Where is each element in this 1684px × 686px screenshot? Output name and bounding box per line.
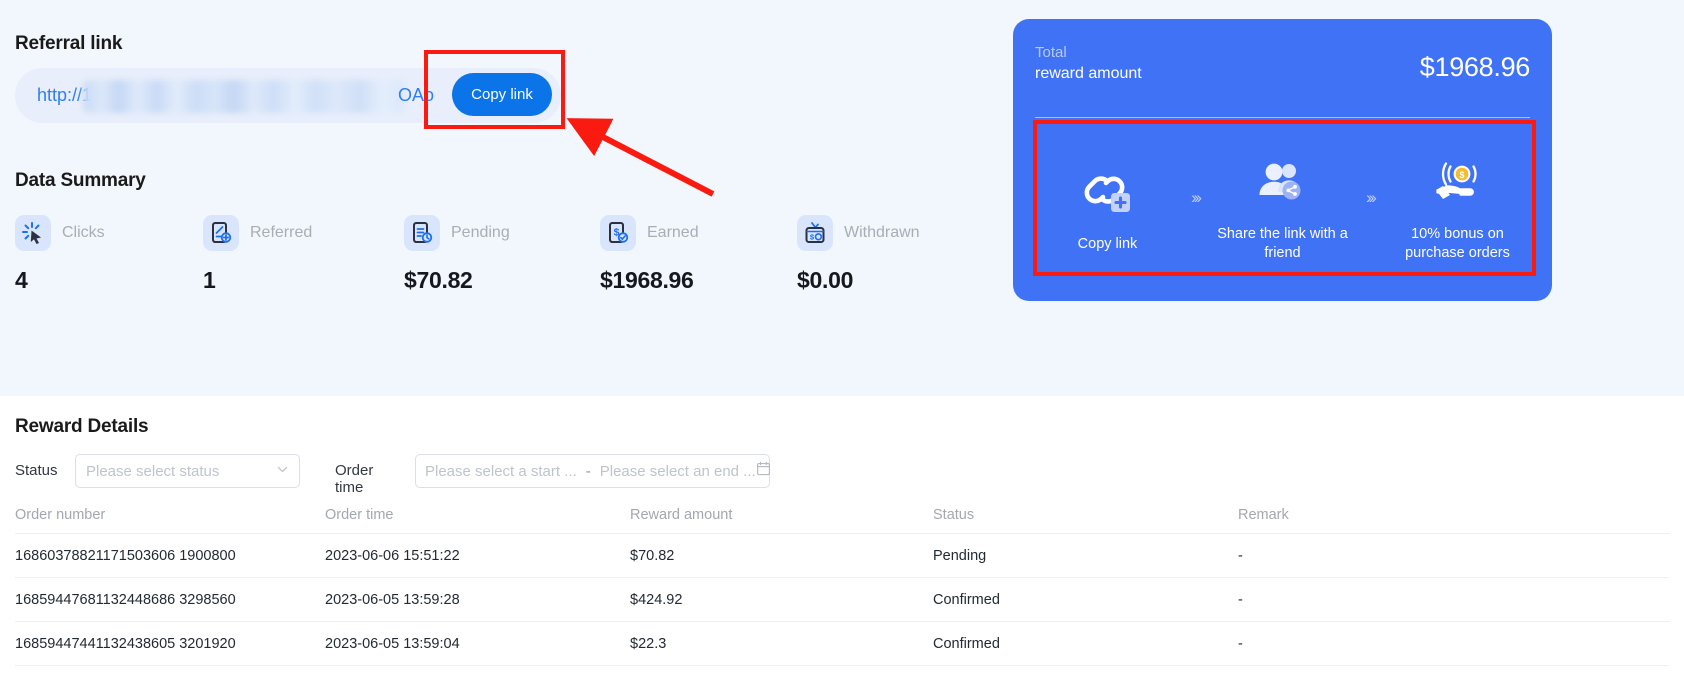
cursor-click-icon (15, 215, 51, 251)
order-time-filter-label: Order time (335, 462, 374, 496)
cell-reward-amount: $22.3 (630, 635, 667, 652)
cell-order-number: 16859447681132448686 3298560 (15, 591, 236, 608)
stat-withdrawn: $ Withdrawn $0.00 (797, 214, 997, 294)
referral-link-suffix: OAo (398, 85, 435, 105)
step-separator-2: ››› (1365, 188, 1377, 207)
cell-reward-amount: $70.82 (630, 547, 675, 564)
status-select[interactable]: Please select status (75, 454, 300, 488)
end-date-placeholder: Please select an end ... (599, 462, 756, 480)
cell-order-time: 2023-06-05 13:59:04 (325, 635, 460, 652)
date-range-separator: - (585, 462, 591, 480)
step-label: 10% bonus on purchase orders (1405, 226, 1510, 261)
order-time-range-picker[interactable]: Please select a start ... - Please selec… (415, 454, 770, 488)
step-bonus[interactable]: $ 10% bonus on purchase orders (1390, 155, 1525, 263)
data-summary-heading: Data Summary (15, 170, 146, 191)
cell-remark: - (1238, 547, 1243, 564)
cell-remark: - (1238, 635, 1243, 652)
cell-status: Confirmed (933, 591, 1000, 608)
status-select-placeholder: Please select status (86, 462, 220, 480)
card-divider (1035, 117, 1530, 118)
status-filter-label: Status (15, 462, 58, 479)
stat-pending: Pending $70.82 (404, 214, 604, 294)
stat-label: Referred (250, 224, 313, 241)
svg-text:$: $ (810, 232, 815, 241)
stat-value: $0.00 (797, 267, 854, 293)
data-summary-row: Clicks 4 Referred 1 Pending $70.82 $ Ear… (15, 214, 975, 294)
total-reward-card: Total reward amount $1968.96 Copy link ›… (1013, 19, 1552, 301)
wallet-icon: $ (797, 215, 833, 251)
stat-value: $1968.96 (600, 267, 694, 293)
column-header-order-number: Order number (15, 506, 106, 523)
stat-value: 1 (203, 267, 216, 293)
cell-remark: - (1238, 591, 1243, 608)
stat-label: Withdrawn (844, 224, 920, 241)
step-label: Copy link (1077, 235, 1138, 252)
reward-details-table: Order number Order time Reward amount St… (15, 496, 1669, 666)
top-panel: Referral link http://1 OAo Copy link Dat… (0, 0, 1684, 396)
table-row[interactable]: 16859447441132438605 3201920 2023-06-05 … (15, 622, 1669, 666)
column-header-order-time: Order time (325, 506, 394, 523)
stat-label: Clicks (62, 224, 105, 241)
total-reward-sublabel: reward amount (1035, 65, 1142, 82)
start-date-placeholder: Please select a start ... (425, 462, 577, 480)
chevron-down-icon (276, 463, 289, 479)
cell-order-number: 16859447441132438605 3201920 (15, 635, 236, 652)
stat-label: Earned (647, 224, 699, 241)
referral-steps: Copy link ››› Share the link with a frie… (1032, 129, 1533, 289)
cell-status: Confirmed (933, 635, 1000, 652)
referral-link-redacted (83, 80, 405, 113)
column-header-reward-amount: Reward amount (630, 506, 733, 523)
stat-earned: $ Earned $1968.96 (600, 214, 800, 294)
column-header-status: Status (933, 506, 975, 523)
user-add-icon (203, 215, 239, 251)
cell-order-time: 2023-06-06 15:51:22 (325, 547, 460, 564)
table-row[interactable]: 16860378821171503606 1900800 2023-06-06 … (15, 534, 1669, 578)
stat-value: $70.82 (404, 267, 473, 293)
link-add-icon (1080, 165, 1136, 223)
cell-order-time: 2023-06-05 13:59:28 (325, 591, 460, 608)
hand-coin-icon: $ (1429, 155, 1485, 213)
copy-link-button[interactable]: Copy link (452, 73, 552, 116)
column-header-remark: Remark (1238, 506, 1289, 523)
cell-order-number: 16860378821171503606 1900800 (15, 547, 236, 564)
reward-details-heading: Reward Details (15, 416, 149, 437)
cell-status: Pending (933, 547, 987, 564)
referral-link-heading: Referral link (15, 33, 123, 54)
step-label: Share the link with a friend (1217, 226, 1348, 261)
referral-dashboard-page: Referral link http://1 OAo Copy link Dat… (0, 0, 1684, 686)
clock-document-icon (404, 215, 440, 251)
step-copy-link[interactable]: Copy link (1040, 165, 1175, 254)
stat-value: 4 (15, 267, 28, 293)
stat-referred: Referred 1 (203, 214, 403, 294)
total-reward-label: Total (1035, 44, 1067, 61)
annotation-arrow (566, 118, 715, 197)
reward-details-panel: Reward Details Status Please select stat… (0, 396, 1684, 686)
users-share-icon (1254, 155, 1310, 213)
table-header-row: Order number Order time Reward amount St… (15, 496, 1669, 534)
svg-text:$: $ (1460, 170, 1465, 180)
dollar-check-icon: $ (600, 215, 636, 251)
calendar-icon (756, 461, 771, 481)
total-reward-amount: $1968.96 (1419, 52, 1531, 82)
stat-clicks: Clicks 4 (15, 214, 215, 294)
stat-label: Pending (451, 224, 510, 241)
step-share-link[interactable]: Share the link with a friend (1215, 155, 1350, 263)
step-separator-1: ››› (1191, 188, 1202, 207)
table-row[interactable]: 16859447681132448686 3298560 2023-06-05 … (15, 578, 1669, 622)
cell-reward-amount: $424.92 (630, 591, 683, 608)
